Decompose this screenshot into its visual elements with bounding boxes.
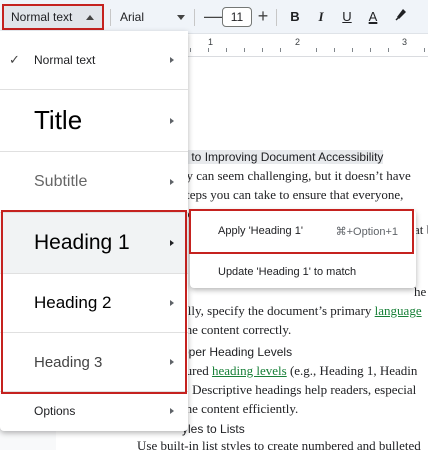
doc-line: the content correctly. xyxy=(182,322,292,337)
formatting-toolbar: Normal text Arial — 11 + B I U A xyxy=(0,0,428,34)
doc-line: ility can seem challenging, but it doesn… xyxy=(172,168,411,183)
underline-button[interactable]: U xyxy=(337,6,357,28)
chevron-right-icon xyxy=(170,117,174,124)
ruler-number: 3 xyxy=(402,37,408,47)
bold-button[interactable]: B xyxy=(285,6,305,28)
decrease-font-size-button[interactable]: — xyxy=(204,6,222,26)
caret-up-icon xyxy=(86,15,94,20)
doc-line: at b xyxy=(414,222,428,237)
font-family-dropdown[interactable]: Arial xyxy=(120,10,144,24)
ruler-number: 2 xyxy=(295,37,301,47)
doc-link[interactable]: language xyxy=(375,303,422,318)
paragraph-style-value: Normal text xyxy=(11,10,73,24)
doc-link[interactable]: heading levels xyxy=(212,363,287,378)
ruler-track: 1 2 3 xyxy=(186,35,428,57)
menu-item-label: Normal text xyxy=(34,53,96,67)
chevron-right-icon xyxy=(170,179,174,185)
doc-line: e steps you can take to ensure that ever… xyxy=(172,187,404,202)
doc-line: Use built-in list styles to create numbe… xyxy=(137,438,421,450)
menu-item-subtitle[interactable]: Subtitle xyxy=(0,152,188,212)
text-color-button[interactable]: A xyxy=(363,6,383,28)
doc-text: ally, specify the document’s primary xyxy=(182,303,372,318)
update-heading-1-label: Update 'Heading 1' to match xyxy=(218,266,357,278)
doc-heading: oper Heading Levels xyxy=(182,345,293,359)
menu-item-label: Options xyxy=(34,404,76,418)
doc-heading: yles to Lists xyxy=(182,422,245,436)
menu-item-normal-text[interactable]: ✓ Normal text xyxy=(0,31,188,89)
toolbar-divider xyxy=(110,9,111,26)
chevron-right-icon xyxy=(170,57,174,63)
menu-item-label: Subtitle xyxy=(34,173,88,190)
apply-highlight-box xyxy=(189,209,414,254)
italic-button[interactable]: I xyxy=(311,6,331,28)
menu-item-label: Title xyxy=(34,105,83,135)
increase-font-size-button[interactable]: + xyxy=(256,6,270,26)
caret-down-icon[interactable] xyxy=(177,15,185,20)
chevron-right-icon xyxy=(170,408,174,414)
headings-highlight-box xyxy=(1,210,187,394)
menu-item-options[interactable]: Options xyxy=(0,392,188,430)
doc-title: ide to Improving Document Accessibility xyxy=(172,150,384,164)
font-size-input[interactable]: 11 xyxy=(222,7,252,27)
doc-line: ally, specify the document’s primary lan… xyxy=(182,303,422,319)
update-heading-1-item[interactable]: Update 'Heading 1' to match xyxy=(190,257,416,287)
toolbar-divider xyxy=(276,9,277,26)
menu-item-title[interactable]: Title xyxy=(0,90,188,151)
checkmark-icon: ✓ xyxy=(9,52,20,67)
doc-line: t. Descriptive headings help readers, es… xyxy=(182,382,417,397)
paragraph-style-dropdown[interactable]: Normal text xyxy=(2,4,104,30)
toolbar-divider xyxy=(194,9,195,26)
doc-text: (e.g., Heading 1, Headin xyxy=(289,363,418,378)
doc-line: tured heading levels (e.g., Heading 1, H… xyxy=(182,363,417,379)
highlighter-icon[interactable] xyxy=(390,6,412,28)
ruler-number: 1 xyxy=(208,37,214,47)
doc-line: the content efficiently. xyxy=(182,401,299,416)
